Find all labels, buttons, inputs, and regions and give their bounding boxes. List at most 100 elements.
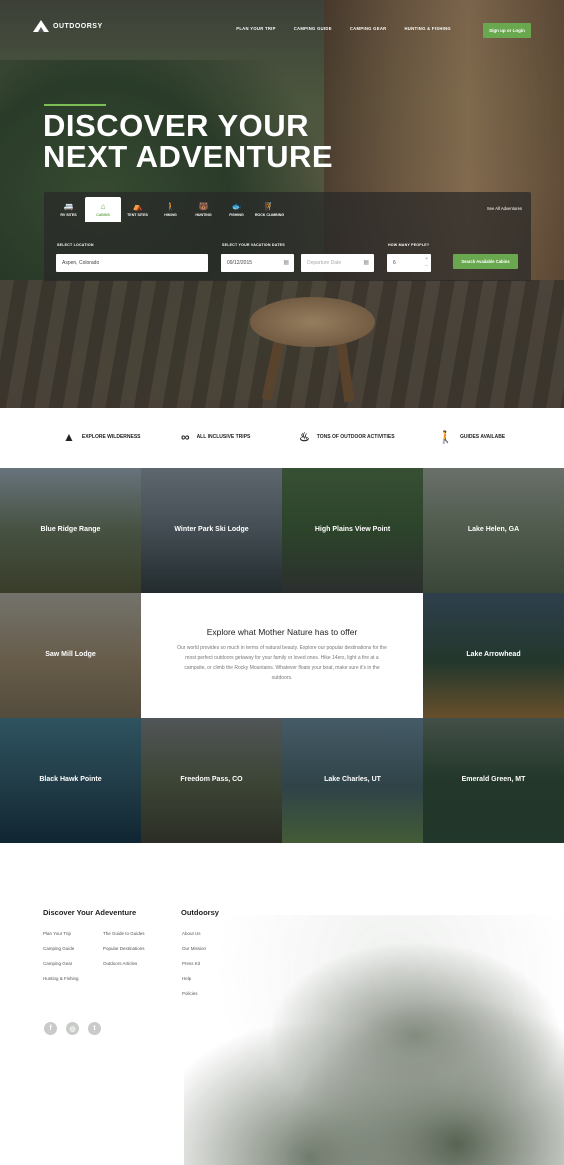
headline-line-1: DISCOVER YOUR xyxy=(43,108,310,143)
footer-link[interactable]: Policies xyxy=(182,991,198,996)
footer-mountain-fog-bg xyxy=(184,915,564,1165)
tab-label: CABINS xyxy=(96,212,110,217)
tent-icon: ⛺ xyxy=(132,201,143,211)
plus-icon[interactable]: + xyxy=(425,256,428,263)
destination-label: Black Hawk Pointe xyxy=(39,776,102,783)
arrival-date-value: 09/12/2015 xyxy=(227,260,253,266)
tree-icon: ▲ xyxy=(63,430,75,444)
tab-fishing[interactable]: 🐟 FISHING xyxy=(220,197,253,222)
location-label: SELECT LOCATION xyxy=(57,243,94,247)
footer-link[interactable]: Help xyxy=(182,976,191,981)
footer-link[interactable]: The Guide to Guides xyxy=(103,931,145,936)
nav-link-plan-your-trip[interactable]: PLAN YOUR TRIP xyxy=(236,26,276,31)
tab-rock-climbing[interactable]: 🧗 ROCK CLIMBING xyxy=(253,197,286,222)
destination-label: Winter Park Ski Lodge xyxy=(174,526,249,533)
footer-link[interactable]: Popular Destinations xyxy=(103,946,145,951)
people-value: 6 xyxy=(393,260,396,266)
explore-title: Explore what Mother Nature has to offer xyxy=(206,627,358,637)
people-stepper[interactable]: 6 + − xyxy=(387,254,431,272)
footer-link[interactable]: Hunting & Fishing xyxy=(43,976,79,981)
footer-col1-title: Discover Your Adeventure xyxy=(43,908,137,917)
destination-tile-lake-charles[interactable]: Lake Charles, UT xyxy=(282,718,423,843)
cabin-icon: ⌂ xyxy=(100,201,106,211)
tab-tent-sites[interactable]: ⛺ TENT SITES xyxy=(121,197,154,222)
logo[interactable]: OUTDOORSY xyxy=(33,20,103,32)
people-label: HOW MANY PEOPLE? xyxy=(388,243,430,247)
calendar-icon[interactable]: ▦ xyxy=(363,259,369,266)
brand-name: OUTDOORSY xyxy=(53,22,103,30)
stepper-arrows[interactable]: + − xyxy=(425,256,428,270)
feature-label: EXPLORE WILDERNESS xyxy=(81,434,141,440)
destination-tile-lake-arrowhead[interactable]: Lake Arrowhead xyxy=(423,593,564,718)
tab-label: HIKING xyxy=(164,212,177,217)
nav-links: PLAN YOUR TRIP CAMPING GUIDE CAMPING GEA… xyxy=(236,26,451,31)
destination-label: Lake Charles, UT xyxy=(324,776,381,783)
footer-link[interactable]: About Us xyxy=(182,931,201,936)
footer-col2-title: Outdoorsy xyxy=(181,908,219,917)
departure-date-input[interactable]: Departure Date ▦ xyxy=(301,254,374,272)
destination-tile-black-hawk[interactable]: Black Hawk Pointe xyxy=(0,718,141,843)
hero-headline: DISCOVER YOUR NEXT ADVENTURE xyxy=(43,110,333,172)
arrival-date-input[interactable]: 09/12/2015 ▦ xyxy=(221,254,294,272)
rv-icon: 🚐 xyxy=(63,201,74,211)
footer-link[interactable]: Our Mission xyxy=(182,946,206,951)
search-cabins-button[interactable]: Search Available Cabins xyxy=(453,254,518,269)
tab-label: FISHING xyxy=(229,212,244,217)
destination-tile-emerald-green[interactable]: Emerald Green, MT xyxy=(423,718,564,843)
campfire-icon: ♨ xyxy=(299,430,310,444)
footer-link[interactable]: Camping Guide xyxy=(43,946,74,951)
nav-link-hunting-fishing[interactable]: HUNTING & FISHING xyxy=(404,26,451,31)
destination-label: Blue Ridge Range xyxy=(40,526,101,533)
hunting-icon: 🐻 xyxy=(198,201,209,211)
destination-tile-high-plains[interactable]: High Plains View Point xyxy=(282,468,423,593)
destination-tile-saw-mill[interactable]: Saw Mill Lodge xyxy=(0,593,141,718)
location-input[interactable]: Aspen, Colorado xyxy=(56,254,208,272)
feature-explore-wilderness: ▲ EXPLORE WILDERNESS xyxy=(63,431,141,443)
departure-date-placeholder: Departure Date xyxy=(307,260,342,266)
nav-link-camping-guide[interactable]: CAMPING GUIDE xyxy=(294,26,332,31)
hiker-icon: 🚶 xyxy=(165,201,176,211)
top-nav: OUTDOORSY PLAN YOUR TRIP CAMPING GUIDE C… xyxy=(33,18,531,40)
climbing-icon: 🧗 xyxy=(264,201,275,211)
feature-guides: 🚶 GUIDES AVAILABE xyxy=(438,431,505,443)
minus-icon[interactable]: − xyxy=(425,263,428,270)
destination-label: Lake Helen, GA xyxy=(467,526,520,533)
hero-section: OUTDOORSY PLAN YOUR TRIP CAMPING GUIDE C… xyxy=(0,0,564,408)
feature-label: TONS OF OUTDOOR ACTIVITIES xyxy=(316,434,395,440)
dates-label: SELECT YOUR VACATION DATES xyxy=(222,243,285,247)
tab-cabins[interactable]: ⌂ CABINS xyxy=(85,197,121,222)
nav-link-camping-gear[interactable]: CAMPING GEAR xyxy=(350,26,387,31)
footer-link[interactable]: Camping Gear xyxy=(43,961,72,966)
see-all-adventures-link[interactable]: See All Adventures xyxy=(487,206,522,211)
twitter-icon[interactable]: t xyxy=(88,1022,101,1035)
destination-label: Freedom Pass, CO xyxy=(180,776,243,783)
tab-hunting[interactable]: 🐻 HUNTING xyxy=(187,197,220,222)
feature-all-inclusive: ∞ ALL INCLUSIVE TRIPS xyxy=(181,431,250,443)
tab-label: TENT SITES xyxy=(127,212,148,217)
destination-label: Saw Mill Lodge xyxy=(45,651,96,658)
destination-tile-blue-ridge[interactable]: Blue Ridge Range xyxy=(0,468,141,593)
footer-link[interactable]: Press Kit xyxy=(182,961,200,966)
headline-accent-line xyxy=(44,104,106,106)
infinity-icon: ∞ xyxy=(181,430,190,444)
tab-rv-sites[interactable]: 🚐 RV SITES xyxy=(52,197,85,222)
destination-tile-freedom-pass[interactable]: Freedom Pass, CO xyxy=(141,718,282,843)
feature-label: ALL INCLUSIVE TRIPS xyxy=(196,434,251,440)
destination-tile-lake-helen[interactable]: Lake Helen, GA xyxy=(423,468,564,593)
signup-login-button[interactable]: Sign up or Login xyxy=(483,23,531,38)
footer-link[interactable]: Outdoors Articles xyxy=(103,961,137,966)
hiker-icon: 🚶 xyxy=(438,430,453,444)
facebook-icon[interactable]: f xyxy=(44,1022,57,1035)
explore-text: Our world provides so much in terms of n… xyxy=(177,645,387,681)
destination-tile-winter-park[interactable]: Winter Park Ski Lodge xyxy=(141,468,282,593)
instagram-icon[interactable]: ◎ xyxy=(66,1022,79,1035)
footer-link[interactable]: Plan Your Trip xyxy=(43,931,71,936)
footer: Discover Your Adeventure Plan Your Trip … xyxy=(0,843,564,1165)
feature-label: GUIDES AVAILABE xyxy=(459,434,506,440)
features-bar: ▲ EXPLORE WILDERNESS ∞ ALL INCLUSIVE TRI… xyxy=(0,408,564,468)
fishing-icon: 🐟 xyxy=(231,201,242,211)
tab-hiking[interactable]: 🚶 HIKING xyxy=(154,197,187,222)
feature-outdoor-activities: ♨ TONS OF OUTDOOR ACTIVITIES xyxy=(299,431,395,443)
calendar-icon[interactable]: ▦ xyxy=(283,259,289,266)
destination-label: Emerald Green, MT xyxy=(461,776,526,783)
